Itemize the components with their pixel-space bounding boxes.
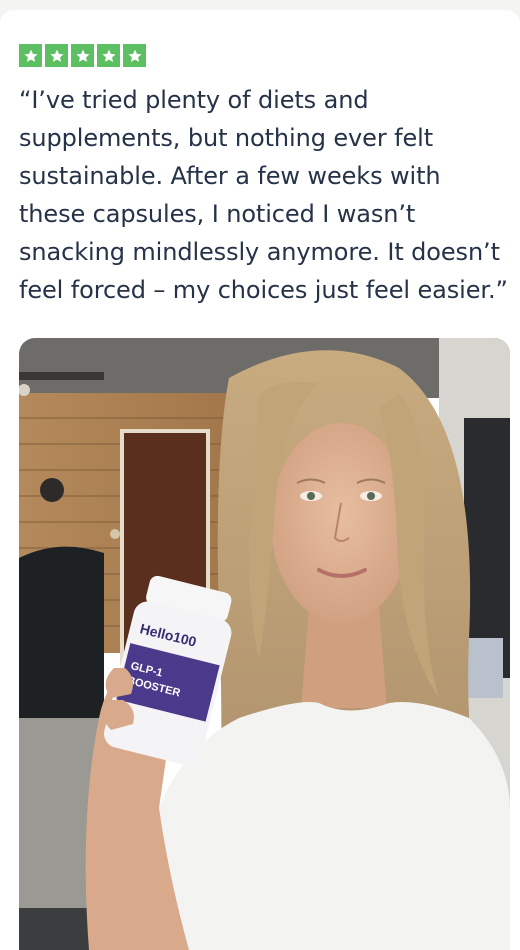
star-icon <box>123 44 146 67</box>
star-icon <box>45 44 68 67</box>
star-icon <box>71 44 94 67</box>
star-icon <box>19 44 42 67</box>
star-icon <box>97 44 120 67</box>
review-quote: “I’ve tried plenty of diets and suppleme… <box>19 86 508 304</box>
star-rating <box>19 44 146 67</box>
customer-photo: Hello100 GLP-1 BOOSTER <box>19 338 510 950</box>
